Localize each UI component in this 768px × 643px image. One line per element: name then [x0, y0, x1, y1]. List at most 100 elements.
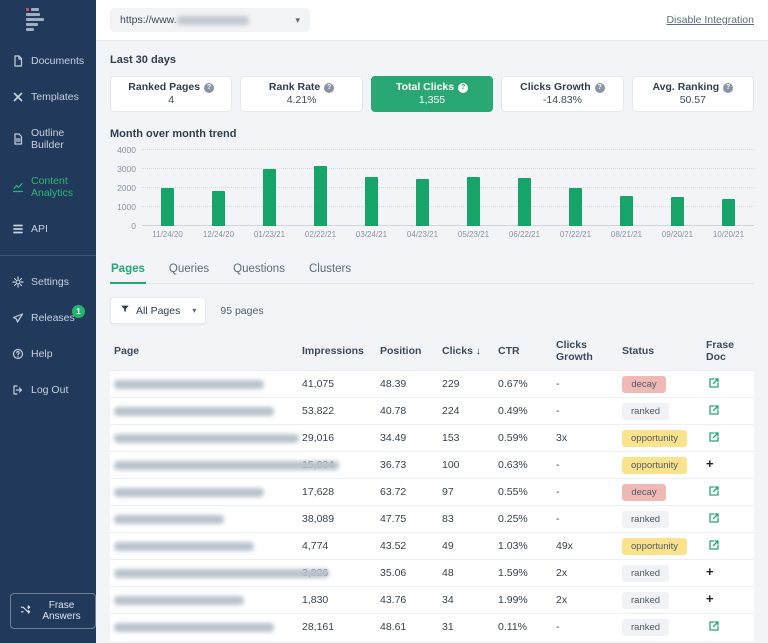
sidebar-item-help[interactable]: Help [0, 336, 96, 372]
period-label: Last 30 days [110, 54, 177, 66]
sidebar-item-documents[interactable]: Documents [0, 43, 96, 79]
column-header-impressions[interactable]: Impressions [298, 334, 376, 371]
open-frase-doc-button[interactable] [706, 618, 722, 637]
bar-column[interactable] [448, 150, 499, 226]
bar-column[interactable] [295, 150, 346, 226]
column-header-page[interactable]: Page [110, 334, 298, 371]
ctr-cell: 1.03% [494, 532, 552, 560]
ctr-cell: 0.49% [494, 397, 552, 425]
tab-queries[interactable]: Queries [168, 259, 210, 283]
open-frase-doc-button[interactable] [706, 375, 722, 394]
page-title-redacted [114, 460, 339, 470]
position-cell: 63.72 [376, 478, 438, 506]
frase-logo-icon[interactable] [0, 0, 96, 43]
sidebar-item-templates[interactable]: Templates [0, 79, 96, 115]
bar-column[interactable] [244, 150, 295, 226]
table-row[interactable]: 28,161 48.61 31 0.11% - ranked [110, 613, 754, 641]
column-header-ctr[interactable]: CTR [494, 334, 552, 371]
page-cell [110, 451, 339, 479]
help-icon: ? [324, 82, 335, 93]
clicks-cell: 153 [438, 424, 494, 452]
bar-column[interactable] [703, 150, 754, 226]
clicks-cell: 224 [438, 397, 494, 425]
column-header-clicks[interactable]: Clicks ↓ [438, 334, 494, 371]
logo-dot [26, 8, 29, 11]
table-row[interactable]: 3,02635.06481.59%2xranked+ [110, 559, 754, 587]
page-cell [110, 397, 298, 425]
sidebar-item-api[interactable]: API [0, 211, 96, 247]
sidebar-item-content-analytics[interactable]: Content Analytics [0, 163, 96, 211]
sidebar-item-label: API [31, 223, 48, 235]
bar-09-20-21 [671, 196, 684, 226]
table-row[interactable]: 1,830 43.76 34 1.99% 2x ranked + [110, 586, 754, 614]
tab-pages[interactable]: Pages [110, 259, 146, 284]
tab-questions[interactable]: Questions [232, 259, 286, 283]
sidebar-item-settings[interactable]: Settings [0, 264, 96, 300]
status-cell: ranked [618, 559, 702, 587]
open-frase-doc-button[interactable] [706, 402, 722, 421]
open-frase-doc-button[interactable] [706, 537, 722, 556]
column-header-clicks-growth[interactable]: Clicks Growth [552, 334, 618, 371]
bar-column[interactable] [601, 150, 652, 226]
ctr-cell: 1.99% [494, 586, 552, 614]
help-icon: ? [204, 82, 215, 93]
open-frase-doc-button[interactable] [706, 510, 722, 529]
bar-01-23-21 [263, 169, 276, 226]
page-title-redacted [114, 595, 244, 605]
status-cell: ranked [618, 505, 702, 533]
table-row[interactable]: 38,089 47.75 83 0.25% - ranked [110, 505, 754, 533]
table-row[interactable]: 53,822 40.78 224 0.49% - ranked [110, 397, 754, 425]
column-header-frase-doc[interactable]: Frase Doc [702, 334, 754, 371]
external-link-icon [708, 377, 720, 392]
create-frase-doc-button[interactable]: + [706, 457, 714, 470]
ctr-cell: 0.63% [494, 451, 552, 479]
pages-filter-dropdown[interactable]: All Pages ▾ [110, 297, 207, 324]
table-row[interactable]: 41,075 48.39 229 0.67% - decay [110, 370, 754, 398]
filter-label: All Pages [136, 304, 181, 317]
stat-card-avg-ranking[interactable]: Avg. Ranking? 50.57 [631, 76, 755, 112]
create-frase-doc-button[interactable]: + [706, 592, 714, 605]
stat-card-rank-rate[interactable]: Rank Rate? 4.21% [240, 76, 363, 112]
column-header-position[interactable]: Position [376, 334, 438, 371]
sidebar-item-outline-builder[interactable]: Outline Builder [0, 115, 96, 163]
open-frase-doc-button[interactable] [706, 483, 722, 502]
help-icon: ? [594, 82, 605, 93]
sidebar-item-label: Help [31, 348, 53, 360]
status-badge: ranked [622, 591, 670, 609]
stat-card-total-clicks[interactable]: Total Clicks? 1,355 [370, 76, 494, 112]
stat-card-label: Avg. Ranking? [652, 81, 734, 94]
status-cell: ranked [618, 397, 702, 425]
table-row[interactable]: 17,628 63.72 97 0.55% - decay [110, 478, 754, 506]
disable-integration-link[interactable]: Disable Integration [666, 14, 754, 26]
bar-column[interactable] [499, 150, 550, 226]
frase-doc-cell [702, 505, 754, 533]
frase-answers-button[interactable]: Frase Answers [10, 593, 96, 629]
page-cell [110, 586, 298, 614]
bar-column[interactable] [142, 150, 193, 226]
bar-column[interactable] [193, 150, 244, 226]
site-url-prefix: https://www. [120, 14, 177, 26]
bar-column[interactable] [346, 150, 397, 226]
bar-03-24-21 [365, 176, 378, 226]
sidebar-item-log-out[interactable]: Log Out [0, 372, 96, 408]
bar-column[interactable] [652, 150, 703, 226]
column-header-status[interactable]: Status [618, 334, 702, 371]
x-axis-tick: 05/23/21 [457, 230, 490, 239]
page-title-redacted [114, 379, 264, 389]
frase-doc-cell: + [702, 586, 754, 614]
table-row[interactable]: 4,774 43.52 49 1.03% 49x opportunity [110, 532, 754, 560]
table-row[interactable]: 29,016 34.49 153 0.59% 3x opportunity [110, 424, 754, 452]
sidebar-item-releases[interactable]: Releases 1 [0, 300, 96, 336]
trend-chart: 0 1000 2000 3000 4000 [110, 145, 754, 231]
open-frase-doc-button[interactable] [706, 429, 722, 448]
bar-column[interactable] [397, 150, 448, 226]
table-row[interactable]: 15,93436.731000.63%-opportunity+ [110, 451, 754, 479]
bar-column[interactable] [550, 150, 601, 226]
clicks-cell: 48 [438, 559, 494, 587]
stat-card-clicks-growth[interactable]: Clicks Growth? -14.83% [501, 76, 624, 112]
tab-clusters[interactable]: Clusters [308, 259, 352, 283]
stat-card-ranked-pages[interactable]: Ranked Pages? 4 [110, 76, 233, 112]
site-url-dropdown[interactable]: https://www. ▾ [110, 8, 310, 32]
status-badge: decay [622, 375, 666, 393]
create-frase-doc-button[interactable]: + [706, 565, 714, 578]
